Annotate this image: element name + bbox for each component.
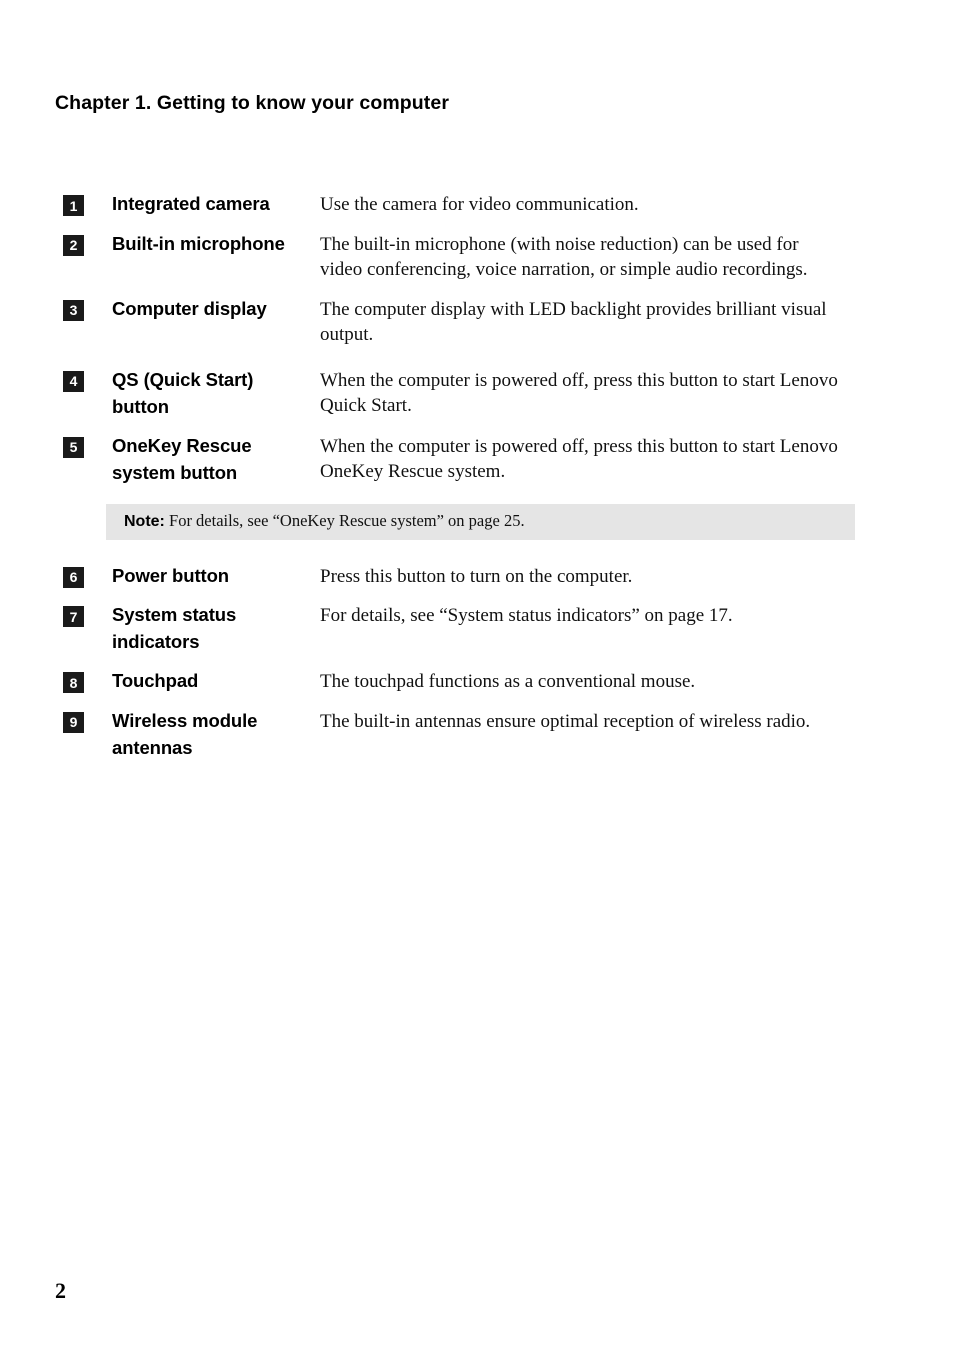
page-title: Chapter 1. Getting to know your computer bbox=[55, 92, 450, 114]
feature-description: For details, see “System status indicato… bbox=[320, 605, 733, 626]
feature-label: Integrated camera bbox=[112, 193, 270, 214]
callout-number-badge: 9 bbox=[63, 711, 84, 733]
callout-number-badge: 6 bbox=[63, 566, 84, 588]
feature-label: OneKey Rescue system button bbox=[112, 434, 252, 483]
callout-number-badge: 8 bbox=[63, 672, 84, 693]
page-number: 2 bbox=[55, 1278, 66, 1303]
callout-number-badge: 4 bbox=[63, 370, 84, 392]
badge-cell: 9 bbox=[0, 707, 112, 733]
table-row: 4 QS (Quick Start) button When the compu… bbox=[0, 366, 954, 420]
row-spacer bbox=[0, 218, 954, 230]
callout-number-badge: 3 bbox=[63, 299, 84, 321]
table-row: 1 Integrated camera Use the camera for v… bbox=[0, 190, 954, 218]
note-callout: Note: For details, see “OneKey Rescue sy… bbox=[106, 503, 855, 540]
feature-description: The computer display with LED backlight … bbox=[320, 298, 827, 346]
note-label: Note: bbox=[124, 512, 165, 530]
row-spacer bbox=[0, 695, 954, 707]
callout-number-badge: 1 bbox=[63, 195, 84, 216]
feature-description: The built-in microphone (with noise redu… bbox=[320, 233, 808, 281]
table-row: 7 System status indicators For details, … bbox=[0, 601, 954, 655]
table-row: 8 Touchpad The touchpad functions as a c… bbox=[0, 667, 954, 695]
feature-description: When the computer is powered off, press … bbox=[320, 369, 838, 417]
table-row: 6 Power button Press this button to turn… bbox=[0, 562, 954, 590]
badge-cell: 7 bbox=[0, 601, 112, 627]
badge-cell: 3 bbox=[0, 295, 112, 321]
callout-number-badge: 5 bbox=[63, 436, 84, 458]
row-spacer bbox=[0, 348, 954, 366]
feature-description: Use the camera for video communication. bbox=[320, 194, 639, 215]
row-spacer bbox=[0, 420, 954, 432]
feature-label: Built-in microphone bbox=[112, 232, 285, 254]
note-text: For details, see “OneKey Rescue system” … bbox=[164, 510, 525, 530]
feature-label: Power button bbox=[112, 564, 229, 586]
feature-description: The built-in antennas ensure optimal rec… bbox=[320, 710, 811, 732]
feature-label: Computer display bbox=[112, 297, 267, 319]
badge-cell: 8 bbox=[0, 667, 112, 693]
callout-number-badge: 2 bbox=[63, 234, 84, 256]
row-spacer bbox=[0, 486, 954, 504]
row-spacer bbox=[0, 655, 954, 667]
badge-cell: 1 bbox=[0, 190, 112, 216]
feature-description: Press this button to turn on the compute… bbox=[320, 565, 633, 587]
feature-label: Wireless module antennas bbox=[112, 709, 258, 758]
row-spacer bbox=[0, 589, 954, 601]
document-page: Chapter 1. Getting to know your computer… bbox=[0, 0, 954, 1352]
badge-cell: 2 bbox=[0, 230, 112, 256]
row-spacer bbox=[0, 283, 954, 295]
badge-cell: 4 bbox=[0, 366, 112, 392]
feature-description: The touchpad functions as a conventional… bbox=[320, 671, 696, 692]
feature-description: When the computer is powered off, press … bbox=[320, 435, 838, 483]
feature-list-table: 1 Integrated camera Use the camera for v… bbox=[0, 190, 954, 761]
table-row: 5 OneKey Rescue system button When the c… bbox=[0, 432, 954, 486]
feature-label: System status indicators bbox=[112, 604, 237, 652]
row-spacer bbox=[0, 540, 954, 562]
table-row: 3 Computer display The computer display … bbox=[0, 295, 954, 348]
feature-label: QS (Quick Start) button bbox=[112, 368, 254, 417]
badge-cell: 6 bbox=[0, 562, 112, 588]
table-row: 9 Wireless module antennas The built-in … bbox=[0, 707, 954, 761]
callout-number-badge: 7 bbox=[63, 606, 84, 627]
table-row: 2 Built-in microphone The built-in micro… bbox=[0, 230, 954, 283]
feature-label: Touchpad bbox=[112, 670, 199, 691]
badge-cell: 5 bbox=[0, 432, 112, 458]
